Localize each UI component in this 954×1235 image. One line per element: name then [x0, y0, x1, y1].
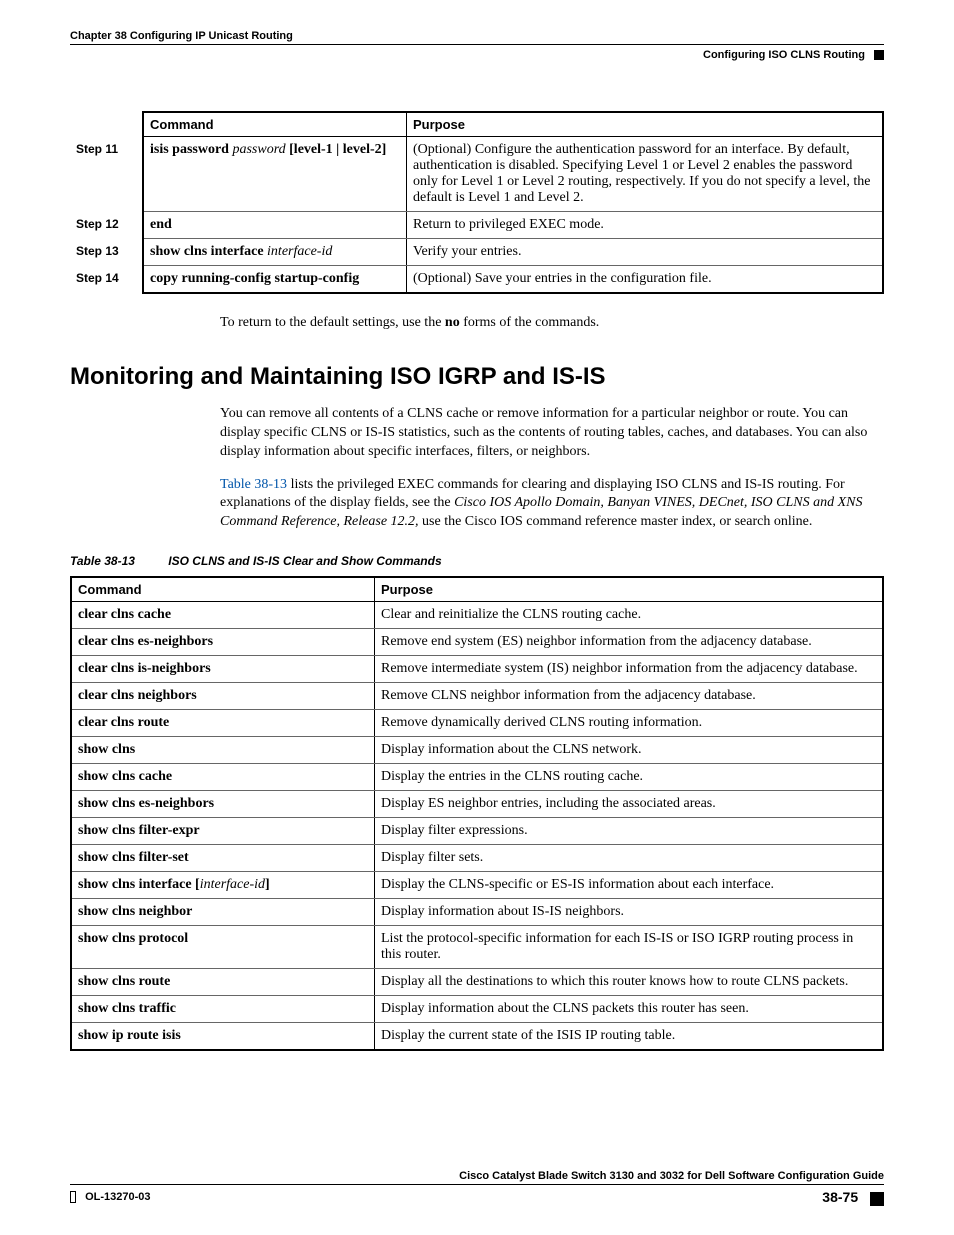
steps-header-command: Command — [143, 112, 407, 137]
table-row: clear clns is-neighborsRemove intermedia… — [71, 656, 883, 683]
step-purpose: (Optional) Configure the authentication … — [407, 137, 884, 212]
cmd-name: show clns — [71, 737, 375, 764]
step-label: Step 11 — [70, 137, 143, 212]
cmds-header-purpose: Purpose — [375, 577, 884, 602]
cmd-purpose: Display information about IS-IS neighbor… — [375, 899, 884, 926]
step-command: show clns interface interface-id — [143, 239, 407, 266]
table-row: show clns interface [interface-id]Displa… — [71, 872, 883, 899]
table-row: show clns filter-setDisplay filter sets. — [71, 845, 883, 872]
cmd-name: clear clns cache — [71, 602, 375, 629]
cmd-purpose: Clear and reinitialize the CLNS routing … — [375, 602, 884, 629]
commands-table: Command Purpose clear clns cacheClear an… — [70, 576, 884, 1051]
cmd-name: show clns es-neighbors — [71, 791, 375, 818]
cmd-name: clear clns neighbors — [71, 683, 375, 710]
cmd-name: show clns filter-set — [71, 845, 375, 872]
return-note: To return to the default settings, use t… — [220, 314, 884, 333]
cmd-purpose: Display filter sets. — [375, 845, 884, 872]
table-row: Step 14copy running-config startup-confi… — [70, 266, 883, 294]
cmd-name: show clns neighbor — [71, 899, 375, 926]
step-label: Step 13 — [70, 239, 143, 266]
cmd-name: show ip route isis — [71, 1023, 375, 1051]
table-row: clear clns es-neighborsRemove end system… — [71, 629, 883, 656]
cmd-name: show clns interface [interface-id] — [71, 872, 375, 899]
table-row: show clns trafficDisplay information abo… — [71, 996, 883, 1023]
table-reference-link[interactable]: Table 38-13 — [220, 477, 287, 492]
table-row: clear clns routeRemove dynamically deriv… — [71, 710, 883, 737]
cmd-name: show clns cache — [71, 764, 375, 791]
section-header: Configuring ISO CLNS Routing — [70, 49, 884, 61]
steps-table: Command Purpose Step 11isis password pas… — [70, 111, 884, 294]
step-label: Step 12 — [70, 212, 143, 239]
cmd-purpose: Remove intermediate system (IS) neighbor… — [375, 656, 884, 683]
cmd-name: show clns filter-expr — [71, 818, 375, 845]
cmd-purpose: Remove end system (ES) neighbor informat… — [375, 629, 884, 656]
cmd-purpose: Remove dynamically derived CLNS routing … — [375, 710, 884, 737]
steps-header-blank — [70, 112, 143, 137]
cmd-purpose: Remove CLNS neighbor information from th… — [375, 683, 884, 710]
footer-doc-id-text: OL-13270-03 — [85, 1191, 150, 1203]
table-row: Step 11isis password password [level-1 |… — [70, 137, 883, 212]
cmd-name: show clns protocol — [71, 926, 375, 969]
cmd-name: clear clns is-neighbors — [71, 656, 375, 683]
steps-header-purpose: Purpose — [407, 112, 884, 137]
table-row: show clnsDisplay information about the C… — [71, 737, 883, 764]
table-row: clear clns cacheClear and reinitialize t… — [71, 602, 883, 629]
step-command: isis password password [level-1 | level-… — [143, 137, 407, 212]
cmds-header-command: Command — [71, 577, 375, 602]
step-purpose: Return to privileged EXEC mode. — [407, 212, 884, 239]
cmd-name: clear clns es-neighbors — [71, 629, 375, 656]
footer-title: Cisco Catalyst Blade Switch 3130 and 303… — [70, 1170, 884, 1185]
cmd-purpose: Display filter expressions. — [375, 818, 884, 845]
cmd-purpose: Display ES neighbor entries, including t… — [375, 791, 884, 818]
table-number: Table 38-13 — [70, 554, 135, 568]
step-command: end — [143, 212, 407, 239]
step-purpose: Verify your entries. — [407, 239, 884, 266]
footer-page-text: 38-75 — [822, 1189, 858, 1205]
table-row: show clns neighborDisplay information ab… — [71, 899, 883, 926]
cmd-purpose: Display information about the CLNS packe… — [375, 996, 884, 1023]
cmd-purpose: Display the CLNS-specific or ES-IS infor… — [375, 872, 884, 899]
section-header-text: Configuring ISO CLNS Routing — [703, 49, 865, 61]
table-row: show clns routeDisplay all the destinati… — [71, 969, 883, 996]
table-row: show clns filter-exprDisplay filter expr… — [71, 818, 883, 845]
footer-doc-id: OL-13270-03 — [70, 1191, 151, 1203]
table-row: show clns cacheDisplay the entries in th… — [71, 764, 883, 791]
footer-left-box-icon — [70, 1191, 76, 1203]
cmd-name: clear clns route — [71, 710, 375, 737]
paragraph-1: You can remove all contents of a CLNS ca… — [220, 405, 884, 462]
cmd-purpose: Display information about the CLNS netwo… — [375, 737, 884, 764]
step-command: copy running-config startup-config — [143, 266, 407, 294]
header-rule — [70, 44, 884, 45]
cmd-name: show clns route — [71, 969, 375, 996]
table-row: show ip route isisDisplay the current st… — [71, 1023, 883, 1051]
table-row: Step 13show clns interface interface-idV… — [70, 239, 883, 266]
cmd-name: show clns traffic — [71, 996, 375, 1023]
table-caption: Table 38-13 ISO CLNS and IS-IS Clear and… — [70, 554, 884, 568]
section-heading: Monitoring and Maintaining ISO IGRP and … — [70, 363, 884, 391]
cmd-purpose: Display the entries in the CLNS routing … — [375, 764, 884, 791]
table-row: show clns es-neighborsDisplay ES neighbo… — [71, 791, 883, 818]
cmd-purpose: Display the current state of the ISIS IP… — [375, 1023, 884, 1051]
cmd-purpose: List the protocol-specific information f… — [375, 926, 884, 969]
chapter-header: Chapter 38 Configuring IP Unicast Routin… — [70, 30, 884, 42]
table-row: Step 12endReturn to privileged EXEC mode… — [70, 212, 883, 239]
step-label: Step 14 — [70, 266, 143, 294]
paragraph-2: Table 38-13 lists the privileged EXEC co… — [220, 476, 884, 533]
page-footer: Cisco Catalyst Blade Switch 3130 and 303… — [70, 1170, 884, 1205]
footer-marker-icon — [870, 1192, 884, 1206]
table-caption-text: ISO CLNS and IS-IS Clear and Show Comman… — [168, 554, 441, 568]
table-row: show clns protocolList the protocol-spec… — [71, 926, 883, 969]
table-row: clear clns neighborsRemove CLNS neighbor… — [71, 683, 883, 710]
footer-page-number: 38-75 — [822, 1189, 884, 1205]
header-marker-icon — [874, 50, 884, 60]
cmd-purpose: Display all the destinations to which th… — [375, 969, 884, 996]
step-purpose: (Optional) Save your entries in the conf… — [407, 266, 884, 294]
